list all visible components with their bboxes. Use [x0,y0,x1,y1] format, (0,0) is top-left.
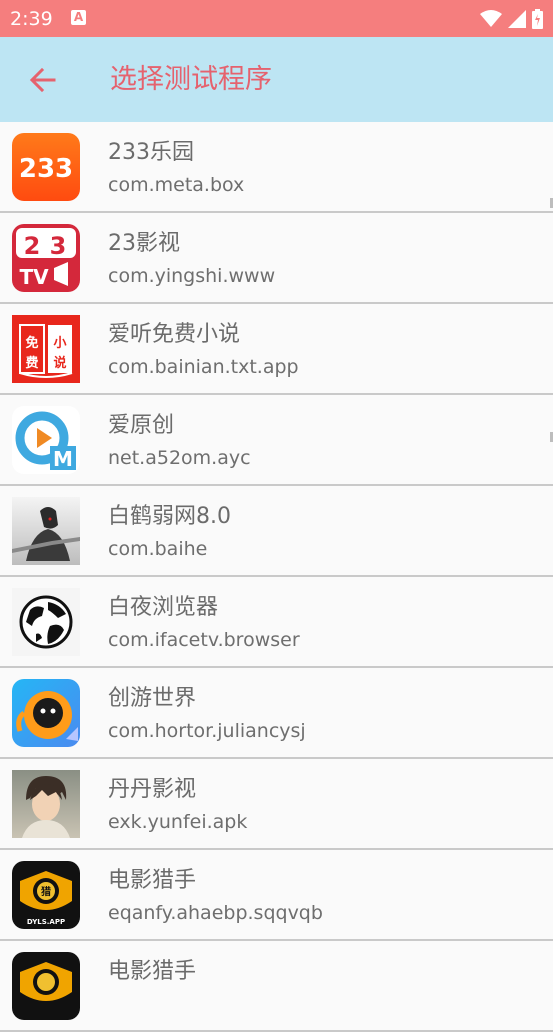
list-item[interactable]: 免 费 小 说 爱听免费小说 com.bainian.txt.app [0,304,553,395]
app-list: 233 233乐园 com.meta.box 2 3 TV 23影视 com.y… [0,122,553,1032]
a-icon: A [71,10,86,25]
app-name: 白夜浏览器 [108,595,219,620]
list-item[interactable]: 创游世界 com.hortor.juliancysj [0,668,553,759]
svg-text:3: 3 [50,232,67,260]
app-name: 233乐园 [108,140,194,165]
character-icon [12,497,80,565]
battery-icon [532,9,543,29]
svg-text:2: 2 [24,232,41,260]
app-name: 创游世界 [108,686,197,711]
app-bar: 选择测试程序 [0,37,553,122]
svg-text:小: 小 [53,336,66,351]
svg-text:免: 免 [25,335,38,351]
movie-hunter-icon: 猎 DYLS.APP [12,861,80,929]
svg-text:猎: 猎 [41,885,51,898]
app-package: net.a52om.ayc [108,447,251,469]
back-button[interactable] [26,63,60,97]
creature-icon [12,679,80,747]
app-name: 23影视 [108,231,180,256]
svg-text:233: 233 [19,154,73,184]
list-item[interactable]: 白夜浏览器 com.ifacetv.browser [0,577,553,668]
globe-icon [12,588,80,656]
app-package: com.baihe [108,538,208,560]
novel-icon: 免 费 小 说 [12,315,80,383]
app-package: exk.yunfei.apk [108,811,248,833]
app-name: 爱原创 [108,413,175,438]
app-package: com.hortor.juliancysj [108,720,306,742]
list-item[interactable]: 白鹤弱网8.0 com.baihe [0,486,553,577]
233-icon: 233 [12,133,80,201]
list-item[interactable]: 2 3 TV 23影视 com.yingshi.www [0,213,553,304]
app-name: 电影猎手 [108,959,197,984]
play-m-icon: M [12,406,80,474]
anime-boy-icon [12,770,80,838]
app-package: com.meta.box [108,174,245,196]
movie-hunter-icon [12,952,80,1020]
svg-text:DYLS.APP: DYLS.APP [27,918,65,926]
status-bar: 2:39 A [0,0,553,37]
svg-text:M: M [53,447,73,471]
app-package: com.ifacetv.browser [108,629,300,651]
app-name: 爱听免费小说 [108,322,241,347]
arrow-left-icon [29,67,56,93]
status-icons [480,8,543,30]
23tv-icon: 2 3 TV [12,224,80,292]
app-package: eqanfy.ahaebp.sqqvqb [108,902,323,924]
page-title: 选择测试程序 [110,64,272,95]
app-name: 电影猎手 [108,868,197,893]
cell-signal-icon [508,10,526,28]
list-item[interactable]: M 爱原创 net.a52om.ayc [0,395,553,486]
app-name: 白鹤弱网8.0 [108,504,231,529]
list-item[interactable]: 233 233乐园 com.meta.box [0,122,553,213]
app-package: com.bainian.txt.app [108,356,299,378]
svg-text:说: 说 [53,355,66,371]
wifi-icon [480,10,502,27]
app-name: 丹丹影视 [108,777,197,802]
list-item[interactable]: 丹丹影视 exk.yunfei.apk [0,759,553,850]
app-package: com.yingshi.www [108,265,276,287]
list-item[interactable]: 猎 DYLS.APP 电影猎手 eqanfy.ahaebp.sqqvqb [0,850,553,941]
svg-text:TV: TV [19,265,49,289]
status-time: 2:39 [10,8,53,30]
svg-text:费: 费 [25,355,38,371]
list-item[interactable]: 电影猎手 [0,941,553,1032]
